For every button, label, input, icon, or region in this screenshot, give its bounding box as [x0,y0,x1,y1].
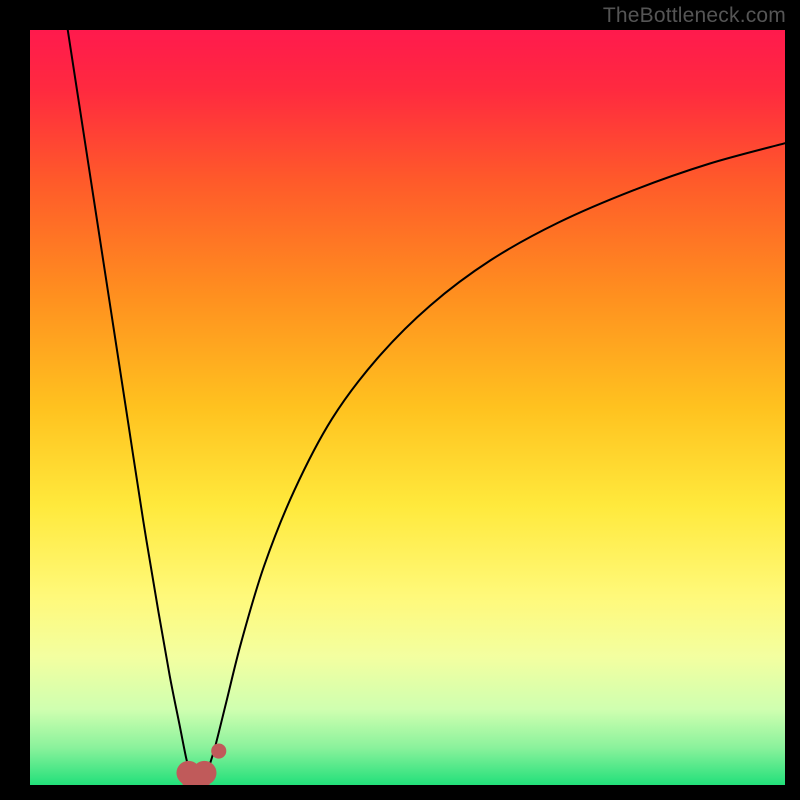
outer-frame: TheBottleneck.com [0,0,800,800]
marker-valley-right [192,761,216,785]
curve-left-branch [68,30,190,771]
chart-curves [30,30,785,785]
curve-right-branch [207,143,785,771]
plot-area [30,30,785,785]
watermark-text: TheBottleneck.com [603,4,786,28]
marker-bump [211,743,226,758]
